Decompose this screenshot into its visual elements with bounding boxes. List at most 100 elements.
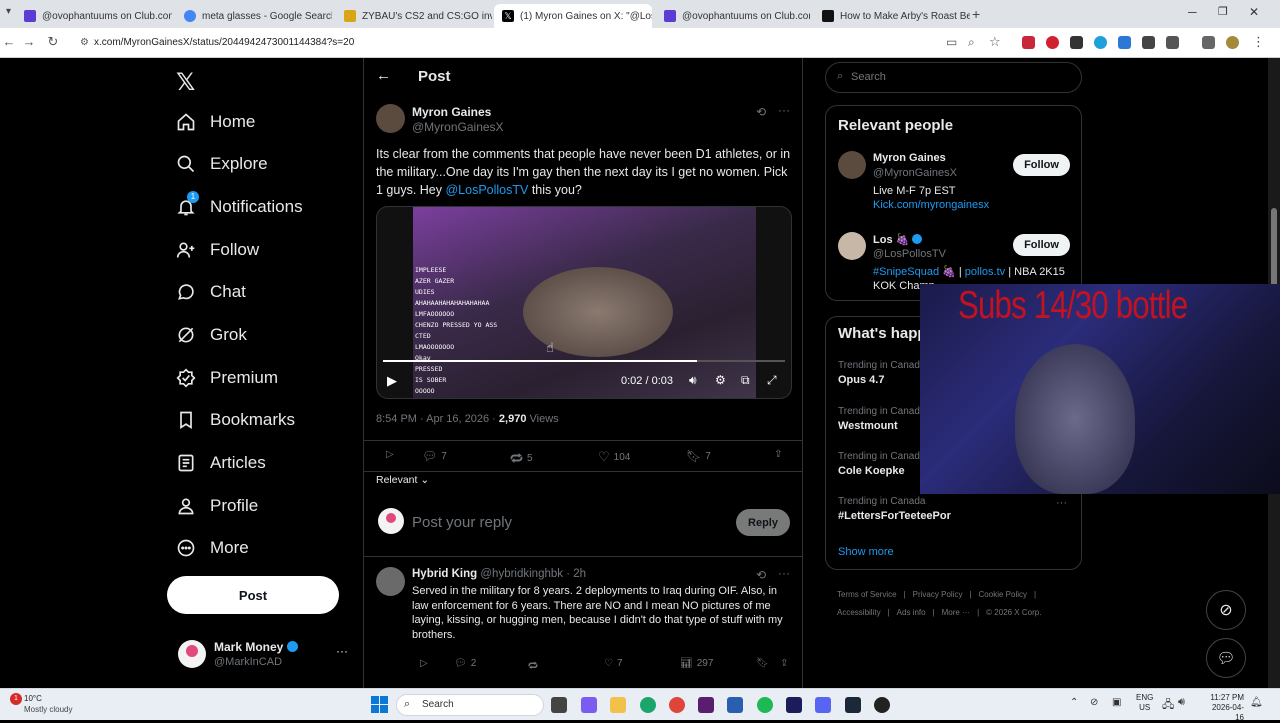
- system-clock[interactable]: 11:27 PM 2026-04-16: [1204, 693, 1244, 723]
- browser-tab[interactable]: How to Make Arby's Roast Bee✕: [814, 4, 970, 28]
- footer-link[interactable]: Ads info: [897, 608, 926, 617]
- person-name[interactable]: Myron Gaines: [873, 152, 946, 164]
- person-handle[interactable]: @LosPollosTV: [873, 248, 946, 260]
- grok-icon[interactable]: ⟲: [756, 568, 766, 582]
- footer-link[interactable]: Accessibility: [837, 608, 881, 617]
- close-window-icon[interactable]: ✕: [1249, 5, 1259, 19]
- extension-icon[interactable]: [1118, 36, 1131, 49]
- maximize-icon[interactable]: ❐: [1218, 5, 1228, 18]
- person-name[interactable]: Los 🍇: [873, 234, 909, 246]
- bookmark-action[interactable]: 🔖︎ 7: [686, 449, 711, 463]
- more-horizontal-icon[interactable]: ···: [336, 644, 348, 658]
- reply-input[interactable]: Post your reply: [412, 514, 512, 531]
- footer-link[interactable]: Cookie Policy: [979, 590, 1027, 599]
- extension-icon[interactable]: [1022, 36, 1035, 49]
- app-icon[interactable]: [698, 697, 714, 713]
- show-more-link[interactable]: Show more: [838, 546, 894, 558]
- sidebar-item-articles[interactable]: Articles: [176, 443, 266, 483]
- avatar[interactable]: [376, 567, 405, 596]
- footer-link[interactable]: Privacy Policy: [913, 590, 963, 599]
- share-icon[interactable]: ⇪: [780, 658, 788, 669]
- bookmark-icon[interactable]: 🔖︎: [756, 658, 769, 669]
- profile-avatar-icon[interactable]: [1226, 36, 1239, 49]
- tray-icon[interactable]: ▣: [1112, 697, 1121, 708]
- new-tab-button[interactable]: +: [972, 6, 980, 22]
- video-player[interactable]: IMPLEESE AZER GAZER UDIES AHAHAAHAHAHAHAHAH…: [376, 206, 792, 399]
- mention-link[interactable]: @LosPollosTV: [445, 183, 528, 197]
- trend-item[interactable]: Trending in Canada Cole Koepke: [838, 451, 925, 477]
- sidebar-item-home[interactable]: Home: [176, 102, 255, 142]
- obs-icon[interactable]: [874, 697, 890, 713]
- reply-action[interactable]: 💬︎ 2: [454, 658, 476, 669]
- footer-link[interactable]: Terms of Service: [837, 590, 897, 599]
- sort-replies-dropdown[interactable]: Relevant ⌄: [376, 474, 429, 486]
- taskbar-search[interactable]: ⌕ Search: [396, 694, 544, 716]
- settings-gear-icon[interactable]: ⚙: [715, 373, 726, 387]
- grok-floating-button[interactable]: ⊘: [1206, 590, 1246, 630]
- browser-tab[interactable]: @ovophantuums on Club.com✕: [16, 4, 172, 28]
- more-horizontal-icon[interactable]: ···: [778, 566, 790, 580]
- post-author-name[interactable]: Myron Gaines: [412, 105, 491, 119]
- account-switcher[interactable]: Mark Money @MarkInCAD ···: [176, 636, 352, 676]
- follow-button[interactable]: Follow: [1013, 154, 1070, 176]
- file-explorer-icon[interactable]: [610, 697, 626, 713]
- bookmark-star-icon[interactable]: ☆: [989, 34, 1001, 50]
- back-arrow-icon[interactable]: ←: [376, 67, 391, 84]
- volume-icon[interactable]: 🔊︎: [1178, 696, 1185, 709]
- trend-item[interactable]: Trending in Canada Opus 4.7: [838, 360, 925, 386]
- sidebar-item-follow[interactable]: Follow: [176, 230, 259, 270]
- pip-icon[interactable]: ⧉: [741, 373, 750, 388]
- volume-icon[interactable]: 🔊︎: [689, 373, 697, 388]
- sidebar-item-more[interactable]: More: [176, 528, 249, 568]
- zoom-icon[interactable]: ⌕: [968, 35, 975, 50]
- person-handle[interactable]: @MyronGainesX: [873, 167, 957, 179]
- scrollbar-thumb[interactable]: [1271, 208, 1277, 288]
- windows-start-icon[interactable]: [371, 696, 388, 713]
- video-progress-track[interactable]: [383, 360, 785, 362]
- post-button[interactable]: Post: [167, 576, 339, 614]
- spotify-icon[interactable]: [757, 697, 773, 713]
- more-horizontal-icon[interactable]: ···: [778, 103, 790, 117]
- grok-play-icon[interactable]: ▷: [386, 449, 394, 460]
- reply-button[interactable]: Reply: [736, 509, 790, 536]
- premiere-icon[interactable]: [786, 697, 802, 713]
- x-logo-icon[interactable]: 𝕏: [176, 68, 195, 97]
- language-indicator[interactable]: ENG US: [1136, 693, 1153, 713]
- avatar[interactable]: [838, 232, 866, 260]
- site-info-icon[interactable]: ⚙: [80, 32, 89, 54]
- trend-item[interactable]: Trending in Canada #LettersForTeeteePor: [838, 496, 951, 522]
- browser-tab-active[interactable]: 𝕏(1) Myron Gaines on X: "@LosP✕: [494, 4, 652, 28]
- chrome-icon[interactable]: [669, 697, 685, 713]
- repost-action[interactable]: 🔁︎ 5: [510, 449, 533, 468]
- reply-action[interactable]: 💬︎ 7: [422, 449, 447, 463]
- reply-time[interactable]: · 2h: [566, 568, 586, 580]
- cast-icon[interactable]: ▭: [946, 35, 957, 49]
- sidebar-item-chat[interactable]: Chat: [176, 272, 246, 312]
- task-view-icon[interactable]: [551, 697, 567, 713]
- app-icon[interactable]: [727, 697, 743, 713]
- extension-icon[interactable]: [1046, 36, 1059, 49]
- reply-author-handle[interactable]: @hybridkinghbk: [480, 568, 563, 580]
- forward-arrow-icon[interactable]: →: [20, 34, 38, 49]
- tray-icon[interactable]: ⊘: [1090, 697, 1098, 708]
- sidebar-item-notifications[interactable]: 1 Notifications: [176, 187, 303, 227]
- discord-icon[interactable]: [815, 697, 831, 713]
- browser-tab[interactable]: @ovophantuums on Club.com✕: [656, 4, 810, 28]
- repost-icon[interactable]: 🔁︎: [528, 658, 538, 673]
- sidebar-item-profile[interactable]: Profile: [176, 486, 258, 526]
- follow-button[interactable]: Follow: [1013, 234, 1070, 256]
- avatar[interactable]: [838, 151, 866, 179]
- like-action[interactable]: ♡ 104: [598, 449, 630, 465]
- tray-chevron-icon[interactable]: ⌃: [1070, 697, 1078, 708]
- play-icon[interactable]: ▶: [387, 373, 397, 389]
- sidebar-item-explore[interactable]: Explore: [176, 144, 268, 184]
- browser-tab[interactable]: meta glasses - Google Search✕: [176, 4, 332, 28]
- like-action[interactable]: ♡ 7: [604, 658, 623, 669]
- weather-widget[interactable]: 1 10°C Mostly cloudy: [4, 693, 144, 717]
- reply-author-name[interactable]: Hybrid King: [412, 568, 477, 580]
- search-input[interactable]: ⌕ Search: [825, 62, 1082, 93]
- back-arrow-icon[interactable]: ←: [0, 34, 18, 49]
- avatar[interactable]: [376, 104, 405, 133]
- footer-link[interactable]: More ···: [942, 608, 970, 617]
- steam-icon[interactable]: [845, 697, 861, 713]
